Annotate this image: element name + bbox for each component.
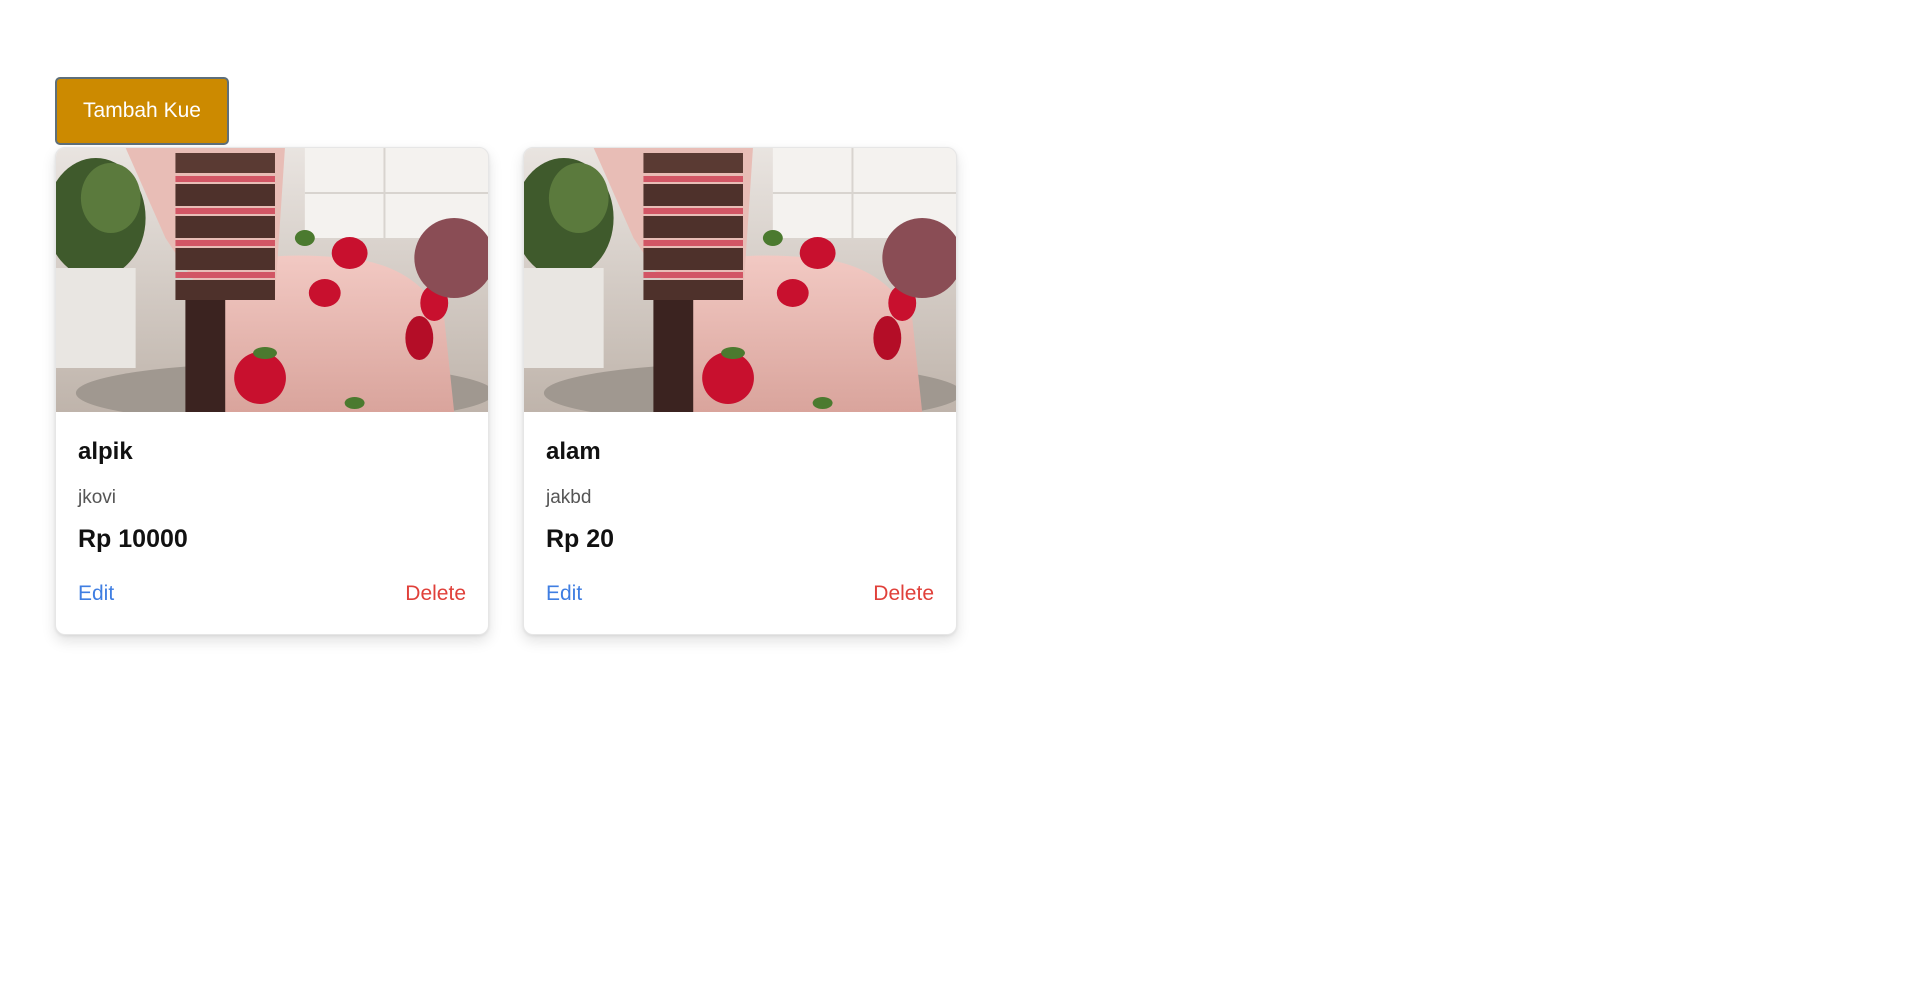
cake-card: alam jakbd Rp 20 Edit Delete [523, 147, 957, 635]
cake-card-list: alpik jkovi Rp 10000 Edit Delete alam ja… [55, 147, 957, 635]
delete-link[interactable]: Delete [873, 582, 934, 606]
cake-description: jkovi [78, 487, 117, 508]
page: Tambah Kue alpik jkovi Rp 10000 Edit Del… [0, 0, 1919, 986]
delete-link[interactable]: Delete [405, 582, 466, 606]
card-actions: Edit Delete [546, 582, 934, 606]
cake-card: alpik jkovi Rp 10000 Edit Delete [55, 147, 489, 635]
edit-link[interactable]: Edit [78, 582, 114, 606]
cake-image [524, 148, 956, 412]
cake-name: alam [546, 438, 601, 465]
cake-image [56, 148, 488, 412]
card-actions: Edit Delete [78, 582, 466, 606]
cake-name: alpik [78, 438, 133, 465]
edit-link[interactable]: Edit [546, 582, 582, 606]
cake-price: Rp 10000 [78, 525, 188, 553]
cake-price: Rp 20 [546, 525, 615, 553]
cake-description: jakbd [546, 487, 592, 508]
add-cake-button[interactable]: Tambah Kue [55, 77, 229, 145]
